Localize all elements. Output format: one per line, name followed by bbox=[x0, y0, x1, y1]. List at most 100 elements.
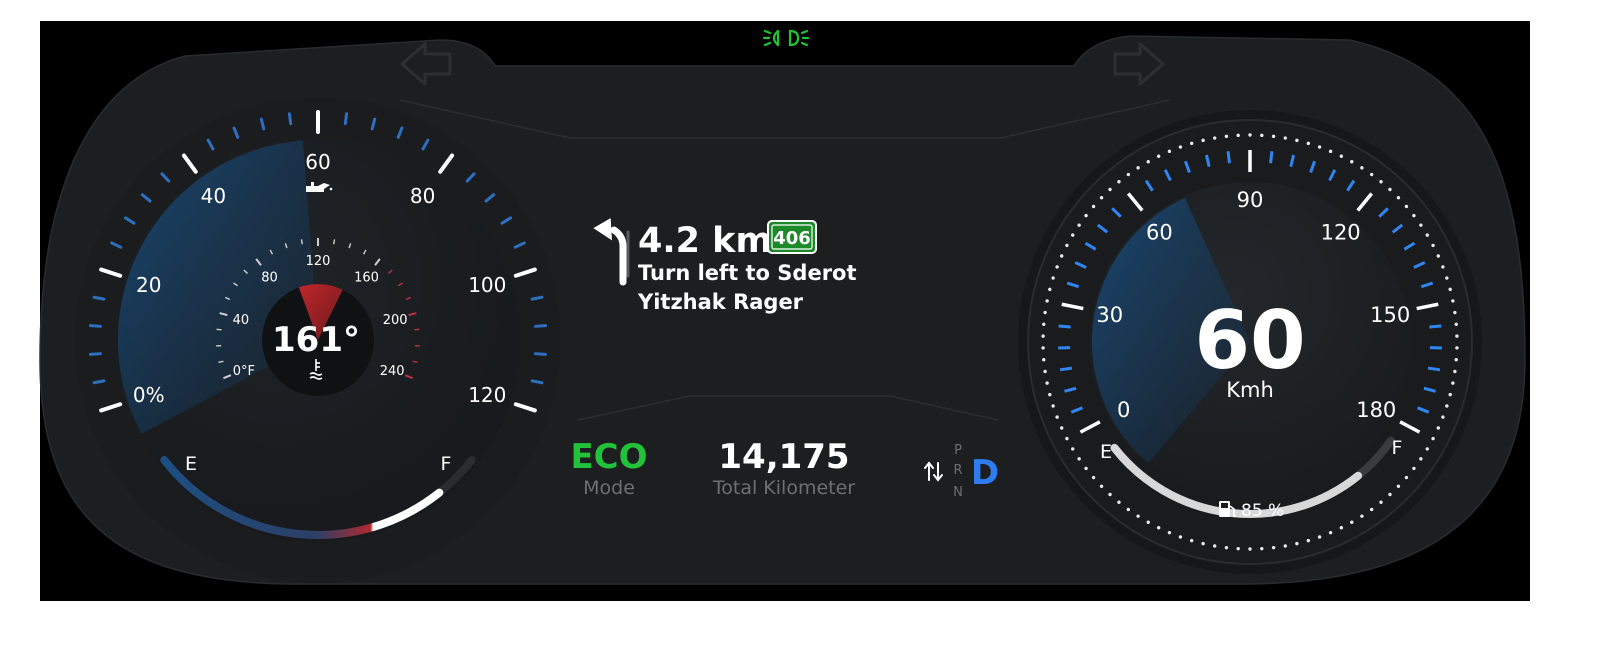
odometer-label: Total Kilometer bbox=[712, 477, 855, 499]
speed-dot bbox=[1065, 243, 1069, 248]
speed-scale-label: 150 bbox=[1370, 303, 1410, 327]
speed-dot bbox=[1201, 138, 1205, 143]
speed-scale-label: 0 bbox=[1117, 398, 1130, 422]
speed-dot bbox=[1201, 541, 1205, 546]
temp-scale-label: 120 bbox=[306, 254, 331, 269]
speed-dot bbox=[1295, 541, 1299, 546]
left-minor-tick bbox=[534, 324, 548, 328]
active-gear: D bbox=[971, 453, 999, 493]
speed-dot bbox=[1048, 392, 1052, 397]
road-number: 406 bbox=[773, 228, 811, 249]
speed-dot bbox=[1071, 447, 1075, 451]
speed-dot bbox=[1379, 180, 1383, 184]
speed-dot bbox=[1084, 213, 1088, 218]
speed-dot bbox=[1317, 535, 1322, 539]
instrument-cluster: 0%20406080100120 E F 0°F4080120160200240… bbox=[39, 21, 1530, 601]
speed-dot bbox=[1350, 160, 1354, 164]
speed-dot bbox=[1260, 133, 1264, 138]
speed-dot bbox=[1412, 213, 1416, 218]
speed-dot bbox=[1271, 545, 1276, 550]
speed-minor-tick bbox=[1226, 151, 1231, 164]
left-minor-tick bbox=[530, 379, 544, 385]
speed-dot bbox=[1431, 436, 1435, 441]
speed-value: 60 bbox=[1194, 294, 1305, 387]
speed-dot bbox=[1455, 334, 1459, 338]
speed-dot bbox=[1126, 172, 1131, 177]
speed-unit: Kmh bbox=[1226, 378, 1274, 402]
speed-dot bbox=[1388, 492, 1392, 497]
speed-dot bbox=[1099, 196, 1104, 200]
left-scale-label: 40 bbox=[201, 184, 226, 208]
speed-dot bbox=[1441, 265, 1445, 269]
speed-dot bbox=[1448, 287, 1452, 292]
speed-dot bbox=[1146, 520, 1150, 524]
temp-tick bbox=[414, 328, 420, 331]
speed-dot bbox=[1396, 196, 1401, 200]
speed-dot bbox=[1042, 322, 1046, 326]
speed-dot bbox=[1189, 538, 1194, 543]
speed-dot bbox=[1043, 369, 1047, 374]
speed-dot bbox=[1451, 381, 1455, 385]
speed-dot bbox=[1178, 535, 1183, 539]
speed-dot bbox=[1339, 154, 1344, 158]
speed-dot bbox=[1213, 544, 1217, 548]
speed-dot bbox=[1441, 415, 1445, 419]
speed-dot bbox=[1360, 514, 1364, 518]
speed-dot bbox=[1248, 133, 1252, 137]
speed-dot bbox=[1051, 276, 1055, 280]
speed-dot bbox=[1108, 492, 1112, 497]
left-fuel-full-label: F bbox=[441, 453, 452, 475]
speed-dot bbox=[1248, 547, 1252, 551]
speed-dot bbox=[1136, 514, 1140, 518]
left-minor-tick bbox=[343, 112, 349, 126]
speed-dot bbox=[1369, 172, 1374, 177]
drive-mode-label: Mode bbox=[583, 477, 635, 499]
speed-dot bbox=[1453, 369, 1457, 374]
right-fuel-full-label: F bbox=[1392, 437, 1403, 459]
temp-scale-label: 240 bbox=[380, 364, 405, 379]
speed-dot bbox=[1295, 138, 1299, 143]
speed-dot bbox=[1317, 145, 1322, 149]
speed-dot bbox=[1369, 507, 1374, 512]
speed-dot bbox=[1412, 466, 1416, 471]
speed-dot bbox=[1419, 457, 1423, 461]
speed-minor-tick bbox=[1059, 366, 1073, 372]
speed-dot bbox=[1350, 520, 1354, 524]
speed-dot bbox=[1455, 346, 1459, 350]
speed-scale-label: 180 bbox=[1356, 398, 1396, 422]
odometer-value: 14,175 bbox=[718, 437, 849, 477]
speed-dot bbox=[1091, 475, 1096, 480]
speed-dot bbox=[1425, 233, 1429, 237]
speed-dot bbox=[1043, 310, 1047, 315]
speed-scale-label: 120 bbox=[1321, 220, 1361, 244]
speed-dot bbox=[1453, 310, 1457, 315]
speed-dot bbox=[1396, 484, 1401, 488]
speed-dot bbox=[1077, 457, 1081, 461]
left-minor-tick bbox=[530, 295, 544, 301]
speed-dot bbox=[1065, 436, 1069, 441]
speed-dot bbox=[1189, 141, 1194, 146]
left-scale-label: 100 bbox=[468, 273, 506, 297]
speed-dot bbox=[1060, 426, 1064, 430]
speed-dot bbox=[1339, 526, 1344, 530]
speed-dot bbox=[1236, 133, 1240, 138]
speed-dot bbox=[1388, 187, 1392, 192]
left-minor-tick bbox=[287, 112, 293, 126]
speed-dot bbox=[1283, 136, 1287, 140]
left-scale-label: 80 bbox=[410, 184, 435, 208]
speed-dot bbox=[1045, 381, 1049, 385]
left-minor-tick bbox=[92, 379, 106, 385]
speed-dot bbox=[1156, 154, 1161, 158]
left-minor-tick bbox=[534, 352, 548, 356]
speed-dot bbox=[1436, 254, 1440, 258]
speed-dot bbox=[1042, 358, 1046, 362]
speed-dot bbox=[1431, 243, 1435, 248]
speed-dot bbox=[1055, 265, 1059, 269]
right-fuel-empty-label: E bbox=[1100, 441, 1112, 463]
speed-dot bbox=[1236, 546, 1240, 551]
speed-dot bbox=[1041, 346, 1045, 350]
temp-tick bbox=[216, 328, 222, 331]
speed-dot bbox=[1224, 545, 1229, 550]
speed-minor-tick bbox=[1427, 366, 1441, 372]
speed-dot bbox=[1454, 322, 1458, 326]
